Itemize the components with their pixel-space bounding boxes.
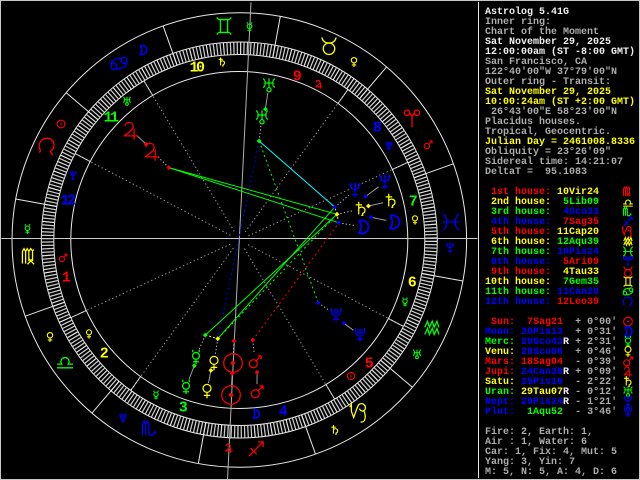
svg-text:6: 6 — [408, 275, 417, 292]
svg-text:10: 10 — [189, 60, 205, 77]
svg-text:3: 3 — [179, 400, 188, 417]
svg-text:2: 2 — [100, 346, 109, 363]
svg-text:1: 1 — [62, 270, 71, 287]
svg-text:7: 7 — [409, 194, 417, 211]
svg-text:8: 8 — [373, 120, 382, 137]
svg-text:4: 4 — [279, 404, 288, 421]
